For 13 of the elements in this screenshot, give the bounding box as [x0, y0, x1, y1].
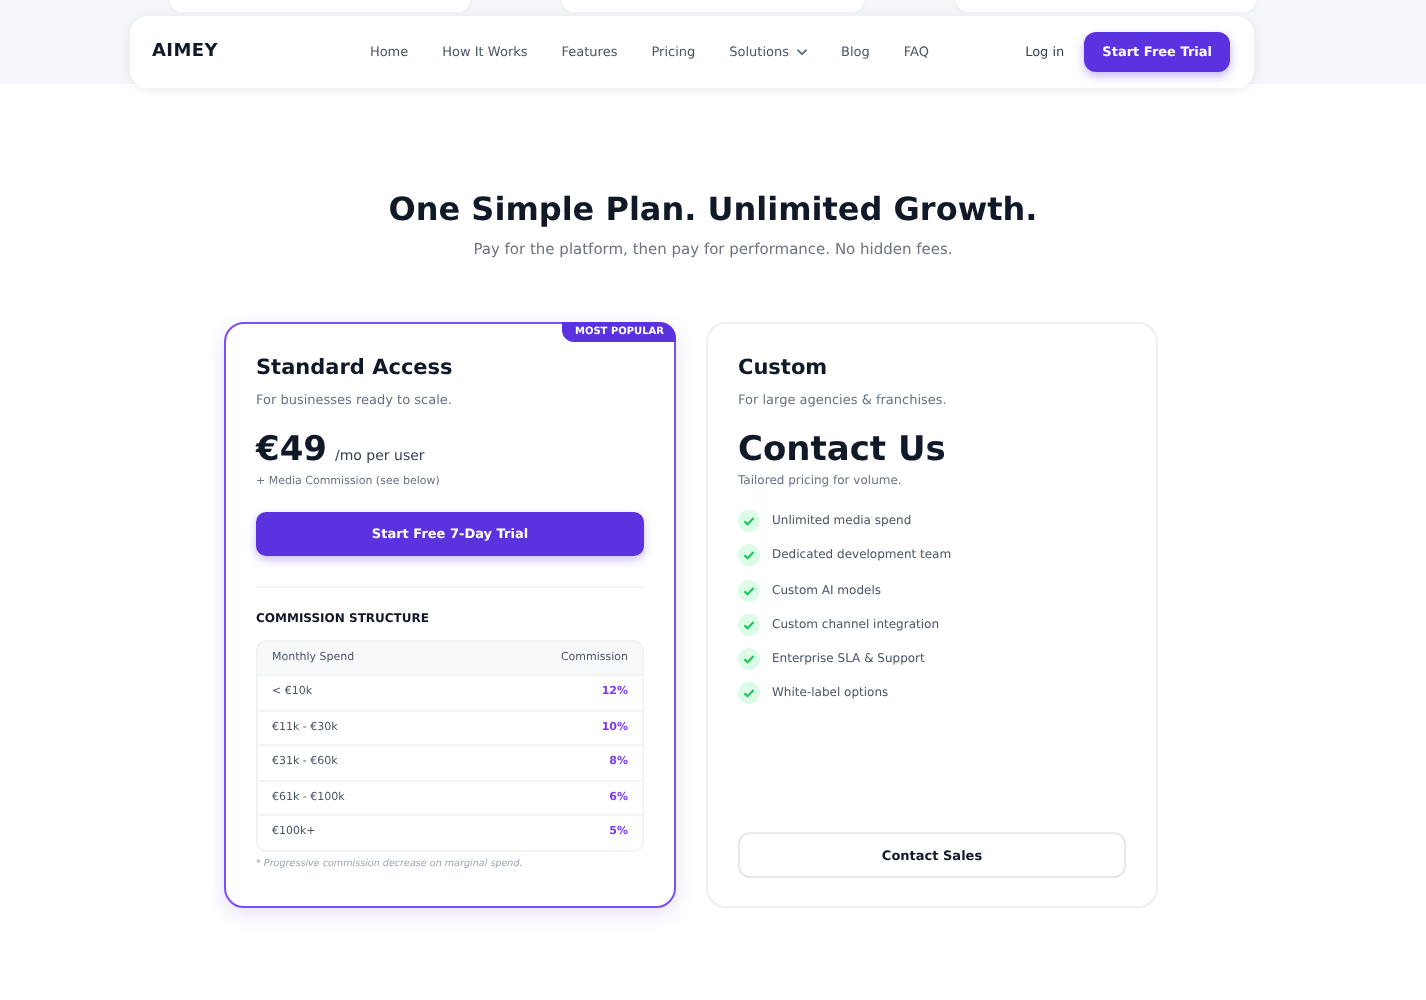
page-heading: One Simple Plan. Unlimited Growth.	[386, 190, 1040, 228]
check-icon	[738, 613, 760, 636]
plan-title: Standard Access	[256, 356, 455, 380]
price: Contact Us	[738, 430, 948, 470]
check-icon	[738, 648, 760, 671]
chevron-down-icon	[795, 48, 808, 56]
price: €49	[256, 430, 327, 470]
check-icon	[738, 682, 760, 705]
check-icon	[738, 579, 760, 602]
check-icon	[738, 510, 760, 532]
check-icon	[738, 544, 760, 567]
plan-title: Custom	[738, 356, 830, 380]
logo[interactable]: AIMEY	[152, 42, 218, 62]
